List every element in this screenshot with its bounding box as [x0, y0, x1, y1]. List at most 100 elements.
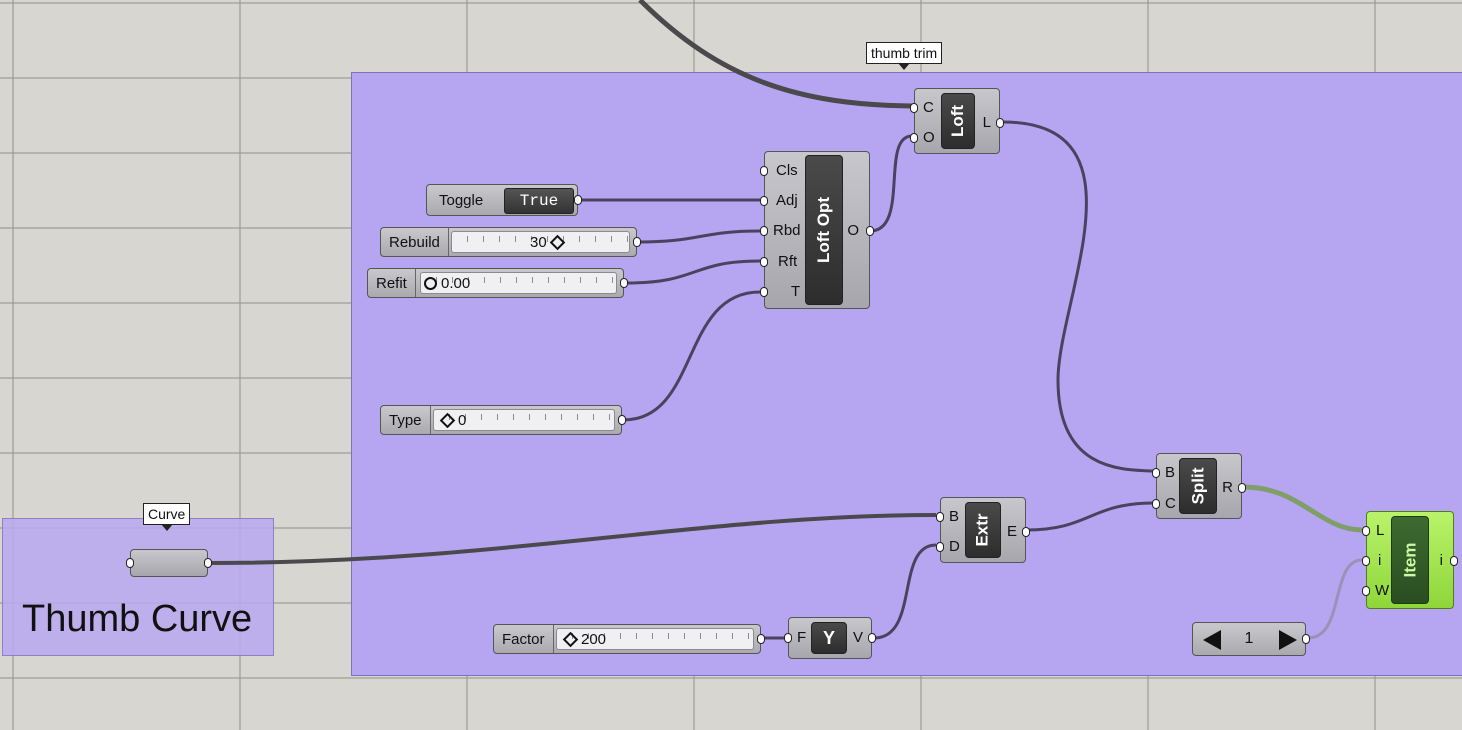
y-input-port-f[interactable]: [784, 633, 792, 643]
wire-curve-to-extr: [209, 513, 937, 565]
wire-stepper-to-item: [1307, 558, 1363, 640]
slider-handle-icon[interactable]: [424, 276, 437, 290]
item-name: Item: [1400, 542, 1419, 578]
split-input-label-b: B: [1165, 464, 1176, 481]
item-output-label-i: i: [1439, 552, 1443, 569]
factor-value-text: 200: [581, 630, 607, 648]
item-input-port-l[interactable]: [1362, 526, 1370, 536]
loftopt-input-label-rbd: Rbd: [773, 222, 801, 239]
extr-input-label-b: B: [949, 508, 960, 525]
factor-slider-value: 200: [560, 625, 606, 653]
split-input-label-c: C: [1165, 495, 1176, 512]
toggle-output-port[interactable]: [574, 195, 582, 205]
extr-output-label-e: E: [1006, 523, 1017, 540]
extr-component[interactable]: B D E Extr: [936, 497, 1030, 563]
wire-y-to-extr: [873, 543, 937, 640]
loft-name: Loft: [948, 104, 967, 138]
refit-output-port[interactable]: [620, 278, 628, 288]
value-stepper[interactable]: 1: [1192, 622, 1310, 656]
y-name: Y: [822, 627, 835, 648]
toggle-label: Toggle: [439, 191, 484, 209]
loftopt-name: Loft Opt: [814, 196, 833, 264]
wire-loftopt-to-loft: [869, 134, 913, 233]
factor-slider-label: Factor: [494, 625, 554, 653]
wire-loft-to-split: [1002, 120, 1155, 473]
wire-rebuild-to-rbd: [638, 229, 761, 244]
wire-extr-to-split: [1025, 501, 1155, 532]
item-core: Item: [1391, 516, 1429, 604]
slider-handle-icon[interactable]: [549, 234, 565, 250]
curve-param-input-port[interactable]: [126, 558, 134, 568]
wire-refit-to-rft: [625, 259, 761, 285]
item-input-port-i[interactable]: [1362, 556, 1370, 566]
item-input-label-i: i: [1378, 552, 1382, 569]
slider-handle-icon[interactable]: [439, 412, 456, 428]
type-value-text: 0: [458, 411, 467, 429]
loftopt-output-port-o[interactable]: [866, 226, 874, 236]
extr-input-port-d[interactable]: [936, 542, 944, 552]
loftopt-input-port-cls[interactable]: [760, 166, 768, 176]
loft-input-port-o[interactable]: [910, 133, 918, 143]
toggle-param[interactable]: Toggle True: [426, 184, 582, 216]
y-input-label-f: F: [797, 629, 807, 646]
loft-input-port-c[interactable]: [910, 103, 918, 113]
loftopt-input-port-rbd[interactable]: [760, 226, 768, 236]
type-slider[interactable]: Type 0: [380, 405, 626, 435]
loftopt-input-label-cls: Cls: [776, 162, 798, 179]
factor-slider[interactable]: Factor 200: [493, 624, 765, 654]
y-output-label-v: V: [852, 629, 863, 646]
refit-slider-value: 0.00: [424, 269, 470, 297]
slider-handle-icon[interactable]: [562, 631, 579, 647]
loft-opt-component[interactable]: Cls Adj Rbd Rft T O Loft Opt: [760, 151, 874, 309]
y-output-port-v[interactable]: [868, 633, 876, 643]
item-input-label-w: W: [1375, 582, 1390, 599]
curve-param[interactable]: [126, 549, 212, 577]
extr-name: Extr: [972, 513, 992, 547]
split-core: Split: [1179, 458, 1217, 514]
y-vector-component[interactable]: F V Y: [784, 617, 876, 659]
split-input-port-b[interactable]: [1152, 468, 1160, 478]
extr-input-port-b[interactable]: [936, 512, 944, 522]
loftopt-input-label-rft: Rft: [778, 253, 798, 270]
loftopt-input-port-t[interactable]: [760, 287, 768, 297]
extr-input-label-d: D: [949, 538, 960, 555]
loftopt-input-port-rft[interactable]: [760, 257, 768, 267]
item-output-port-i[interactable]: [1450, 556, 1458, 566]
stepper-output-port[interactable]: [1302, 634, 1310, 644]
rebuild-output-port[interactable]: [633, 237, 641, 247]
extr-output-port-e[interactable]: [1022, 527, 1030, 537]
split-output-label-r: R: [1222, 479, 1233, 496]
loft-input-label-o: O: [923, 129, 935, 146]
type-slider-value: 0: [437, 406, 466, 434]
list-item-component[interactable]: L i W i Item: [1362, 511, 1458, 609]
factor-output-port[interactable]: [757, 634, 765, 644]
split-output-port-r[interactable]: [1238, 483, 1246, 493]
stepper-value: 1: [1244, 630, 1254, 647]
loftopt-output-label-o: O: [847, 222, 859, 239]
rebuild-slider-label: Rebuild: [381, 228, 449, 256]
loft-output-port-l[interactable]: [996, 118, 1004, 128]
item-input-port-w[interactable]: [1362, 586, 1370, 596]
split-component[interactable]: B C R Split: [1152, 453, 1246, 519]
wire-type-to-t: [622, 290, 761, 422]
split-input-port-c[interactable]: [1152, 499, 1160, 509]
rebuild-slider-value: 30: [530, 228, 568, 256]
callout-curve: Curve: [143, 503, 191, 531]
y-core: Y: [811, 622, 847, 654]
loftopt-input-port-adj[interactable]: [760, 196, 768, 206]
curve-param-output-port[interactable]: [204, 558, 212, 568]
type-slider-label: Type: [381, 406, 431, 434]
loftopt-input-label-adj: Adj: [776, 192, 798, 209]
grasshopper-canvas[interactable]: Thumb Curve thumb trim Curve C O L Loft: [0, 0, 1462, 730]
toggle-value-button[interactable]: True: [504, 188, 574, 214]
rebuild-slider[interactable]: Rebuild 30: [380, 227, 641, 257]
refit-value-text: 0.00: [441, 274, 471, 292]
split-name: Split: [1188, 467, 1207, 505]
callout-thumb-trim: thumb trim: [866, 42, 943, 70]
item-input-label-l: L: [1376, 522, 1385, 539]
refit-slider[interactable]: Refit 0.00: [367, 268, 628, 298]
type-output-port[interactable]: [618, 415, 626, 425]
refit-slider-label: Refit: [368, 269, 416, 297]
rebuild-value-text: 30: [530, 233, 547, 251]
loft-component[interactable]: C O L Loft: [910, 88, 1004, 154]
